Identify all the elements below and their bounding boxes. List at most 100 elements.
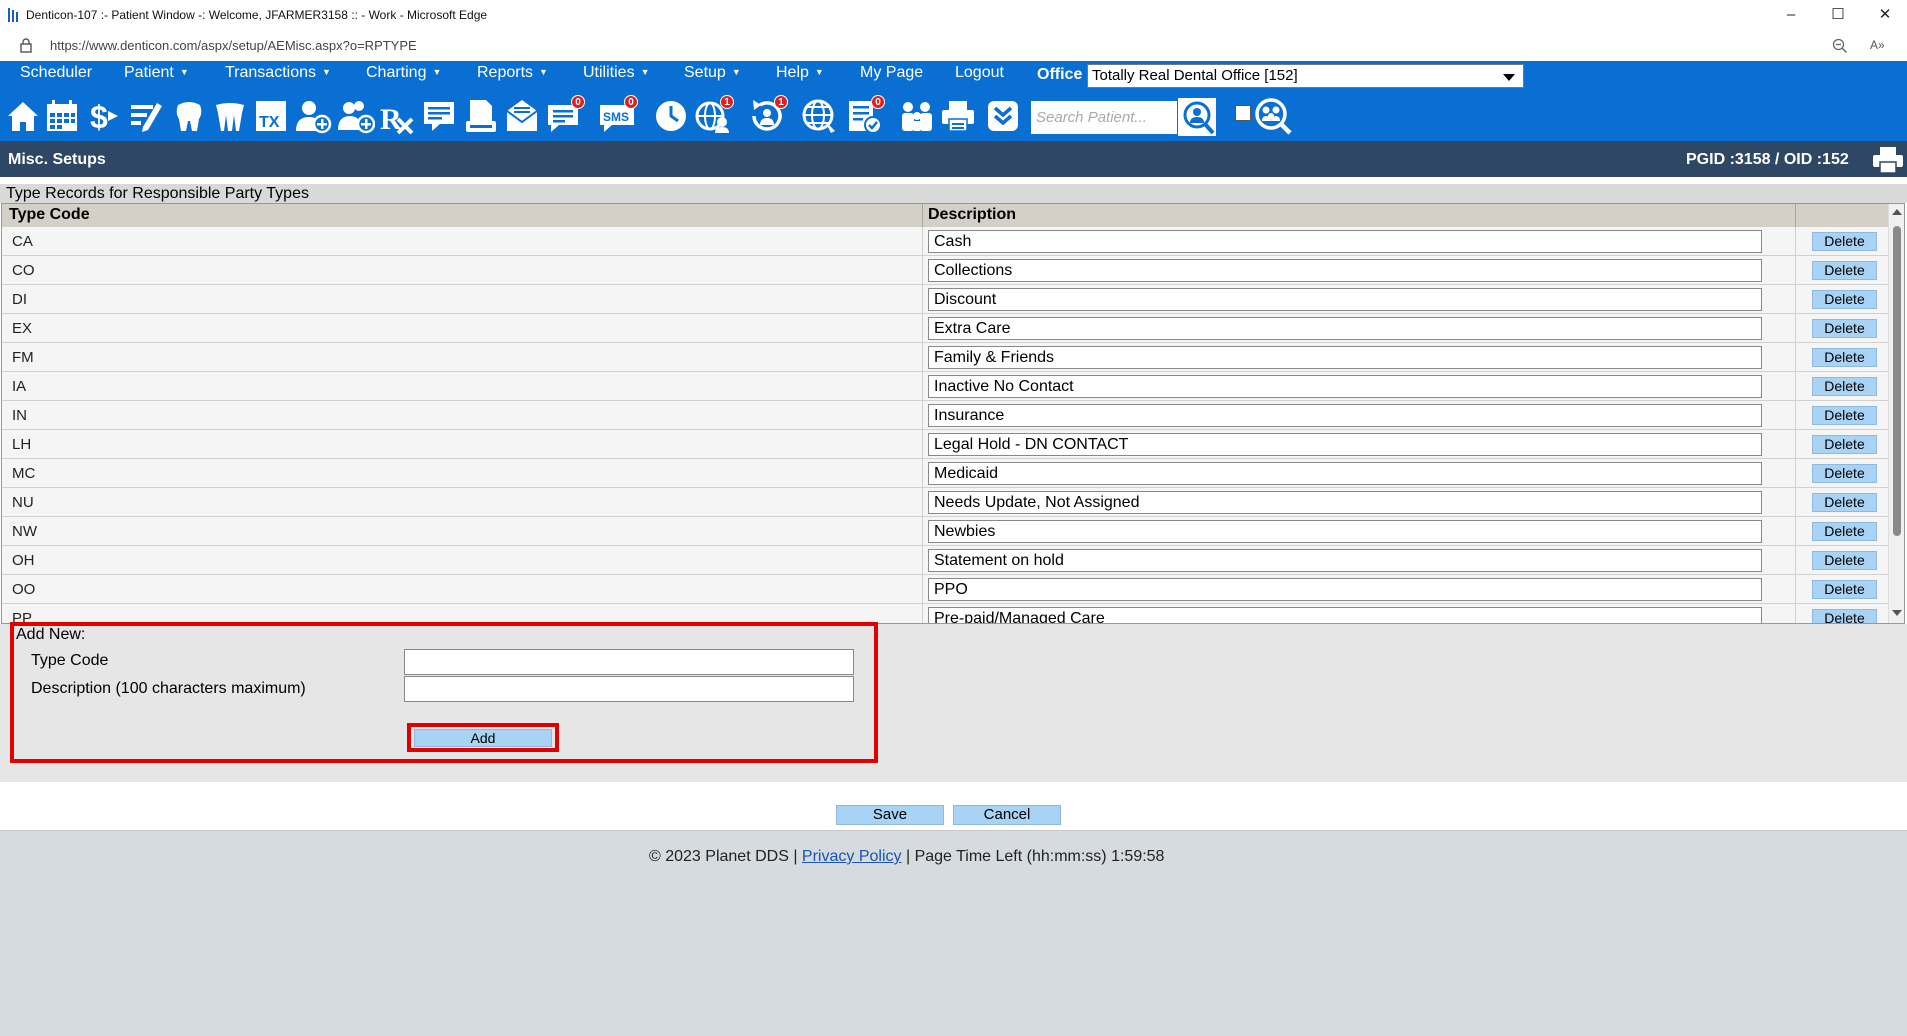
tooth-icon[interactable] <box>170 97 208 135</box>
search-patient-input[interactable] <box>1031 101 1177 134</box>
delete-button[interactable]: Delete <box>1812 522 1877 541</box>
table-row: CO Collections Delete <box>2 256 1888 285</box>
delete-button[interactable]: Delete <box>1812 232 1877 251</box>
page-title: Misc. Setups <box>8 151 106 168</box>
dollar-icon[interactable]: $ <box>84 97 122 135</box>
web-icon[interactable] <box>801 97 839 135</box>
scroll-thumb[interactable] <box>1893 226 1901 536</box>
description-input[interactable]: Statement on hold <box>928 549 1762 572</box>
window-title-bar: Denticon-107 :- Patient Window -: Welcom… <box>0 0 1907 32</box>
menu-utilities[interactable]: Utilities ▼ <box>583 64 649 82</box>
refresh-user-icon[interactable]: 1 <box>748 95 788 135</box>
add-user-icon[interactable] <box>294 97 332 135</box>
menu-transactions[interactable]: Transactions ▼ <box>225 64 331 82</box>
menu-my-page[interactable]: My Page <box>860 64 923 82</box>
description-input[interactable]: PPO <box>928 578 1762 601</box>
description-new-input[interactable] <box>404 676 854 702</box>
type-code-cell: OH <box>12 552 35 569</box>
description-input[interactable]: Inactive No Contact <box>928 375 1762 398</box>
menu-reports[interactable]: Reports ▼ <box>477 64 548 82</box>
delete-button[interactable]: Delete <box>1812 464 1877 483</box>
mail-icon[interactable] <box>503 97 541 135</box>
delete-button[interactable]: Delete <box>1812 580 1877 599</box>
teeth-icon[interactable] <box>211 97 249 135</box>
table-row: NW Newbies Delete <box>2 517 1888 546</box>
tx-icon[interactable]: TX <box>252 97 290 135</box>
office-select[interactable]: Totally Real Dental Office [152] <box>1087 64 1524 88</box>
type-code-input[interactable] <box>404 649 854 675</box>
delete-button[interactable]: Delete <box>1812 348 1877 367</box>
print-page-icon[interactable] <box>1872 146 1904 174</box>
scroll-up-icon[interactable] <box>1892 209 1902 215</box>
sms-icon[interactable]: SMS 0 <box>598 95 638 135</box>
url-text[interactable]: https://www.denticon.com/aspx/setup/AEMi… <box>50 38 417 53</box>
delete-button[interactable]: Delete <box>1812 261 1877 280</box>
privacy-policy-link[interactable]: Privacy Policy <box>802 848 902 865</box>
checklist-icon[interactable]: 0 <box>845 95 885 135</box>
printer-icon[interactable] <box>939 97 977 135</box>
add-button[interactable]: Add <box>414 729 552 747</box>
delete-button[interactable]: Delete <box>1812 435 1877 454</box>
calendar-icon[interactable] <box>43 97 81 135</box>
type-code-cell: MC <box>12 465 36 482</box>
description-input[interactable]: Medicaid <box>928 462 1762 485</box>
address-bar[interactable]: https://www.denticon.com/aspx/setup/AEMi… <box>0 31 1907 62</box>
delete-button[interactable]: Delete <box>1812 290 1877 309</box>
chat-badge: 0 <box>571 95 585 109</box>
description-input[interactable]: Newbies <box>928 520 1762 543</box>
menu-help[interactable]: Help ▼ <box>776 64 824 82</box>
family-icon[interactable] <box>898 97 936 135</box>
type-code-cell: OO <box>12 581 36 598</box>
delete-button[interactable]: Delete <box>1812 493 1877 512</box>
type-code-cell: NW <box>12 523 37 540</box>
description-input[interactable]: Extra Care <box>928 317 1762 340</box>
caret-down-icon: ▼ <box>731 67 741 77</box>
menu-logout[interactable]: Logout <box>955 64 1004 82</box>
chat-icon[interactable]: 0 <box>545 95 585 135</box>
menu-setup[interactable]: Setup ▼ <box>684 64 741 82</box>
caret-down-icon: ▼ <box>432 67 442 77</box>
description-input[interactable]: Collections <box>928 259 1762 282</box>
svg-text:SMS: SMS <box>603 110 629 124</box>
read-aloud-icon[interactable]: A» <box>1870 38 1885 52</box>
description-input[interactable]: Needs Update, Not Assigned <box>928 491 1762 514</box>
pencil-icon[interactable] <box>127 97 165 135</box>
delete-button[interactable]: Delete <box>1812 319 1877 338</box>
grid-scrollbar[interactable] <box>1888 204 1904 623</box>
cancel-button[interactable]: Cancel <box>953 805 1061 825</box>
description-input[interactable]: Pre-paid/Managed Care <box>928 607 1762 623</box>
caret-down-icon: ▼ <box>814 67 824 77</box>
menu-patient[interactable]: Patient ▼ <box>124 64 189 82</box>
office-label: Office <box>1037 66 1083 83</box>
add-group-icon[interactable] <box>337 97 376 135</box>
delete-button[interactable]: Delete <box>1812 609 1877 623</box>
minimize-button[interactable]: – <box>1776 5 1806 25</box>
delete-button[interactable]: Delete <box>1812 551 1877 570</box>
clock-icon[interactable] <box>652 97 690 135</box>
delete-button[interactable]: Delete <box>1812 377 1877 396</box>
rx-icon[interactable]: R <box>378 97 416 136</box>
zoom-icon[interactable] <box>1832 38 1848 54</box>
close-button[interactable]: ✕ <box>1870 5 1900 25</box>
menu-scheduler[interactable]: Scheduler <box>20 64 92 82</box>
patient-search-icon[interactable] <box>1178 98 1216 136</box>
globe-user-icon[interactable]: 1 <box>694 95 734 135</box>
description-input[interactable]: Insurance <box>928 404 1762 427</box>
description-input[interactable]: Family & Friends <box>928 346 1762 369</box>
document-icon[interactable] <box>462 97 500 135</box>
home-icon[interactable] <box>4 97 42 135</box>
type-code-cell: EX <box>12 320 33 337</box>
maximize-button[interactable]: ☐ <box>1823 5 1853 25</box>
save-button[interactable]: Save <box>836 805 944 825</box>
type-code-cell: CO <box>12 262 35 279</box>
menu-charting[interactable]: Charting ▼ <box>366 64 441 82</box>
delete-button[interactable]: Delete <box>1812 406 1877 425</box>
toolbar-checkbox[interactable] <box>1235 105 1251 121</box>
description-input[interactable]: Legal Hold - DN CONTACT <box>928 433 1762 456</box>
bookmark-icon[interactable] <box>984 97 1022 135</box>
scroll-down-icon[interactable] <box>1892 610 1902 616</box>
notes-icon[interactable] <box>420 97 458 135</box>
description-input[interactable]: Discount <box>928 288 1762 311</box>
group-search-icon[interactable] <box>1254 97 1292 135</box>
description-input[interactable]: Cash <box>928 230 1762 253</box>
